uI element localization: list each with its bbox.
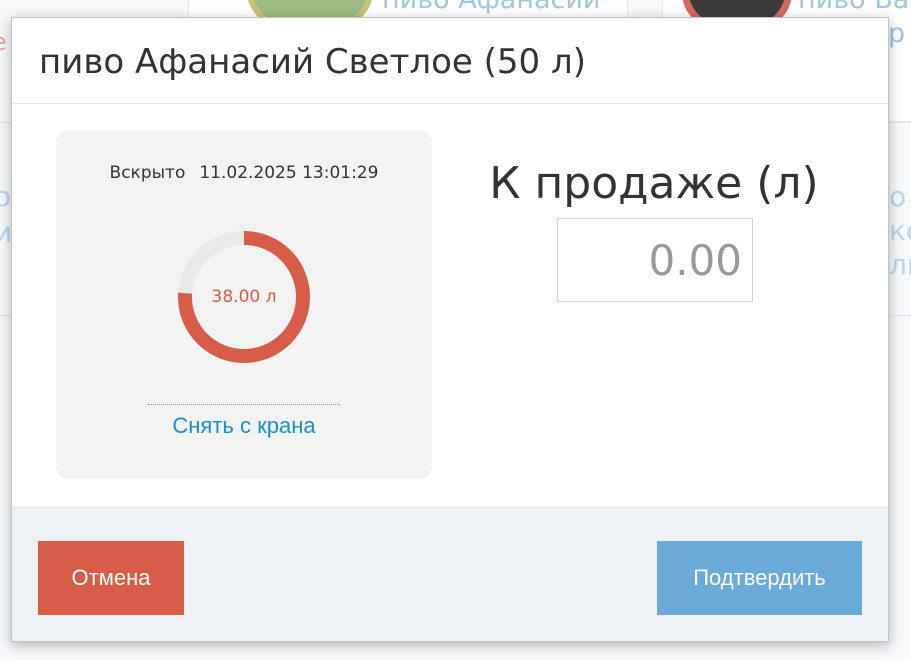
- background-fragment: ли: [889, 248, 911, 281]
- background-card-title: пиво Ва: [798, 0, 909, 15]
- opened-datetime: 11.02.2025 13:01:29: [199, 163, 379, 183]
- cancel-button[interactable]: Отмена: [38, 541, 184, 615]
- keg-info-panel: Вскрыто 11.02.2025 13:01:29 38.00 л Снять…: [56, 130, 432, 479]
- opened-label: Вскрыто: [109, 163, 186, 183]
- background-fragment: ко: [889, 214, 911, 247]
- keg-modal: пиво Афанасий Светлое (50 л) Вскрыто 11.0…: [11, 17, 889, 642]
- background-fragment: е: [0, 28, 7, 56]
- confirm-button[interactable]: Подтвердить: [657, 541, 862, 615]
- modal-footer: Отмена Подтвердить: [12, 507, 888, 641]
- remove-from-tap-link[interactable]: Снять с крана: [56, 413, 432, 439]
- modal-header: пиво Афанасий Светлое (50 л): [12, 18, 888, 104]
- opened-row: Вскрыто 11.02.2025 13:01:29: [56, 163, 432, 183]
- sale-label: К продаже (л): [489, 158, 819, 209]
- modal-title: пиво Афанасий Светлое (50 л): [39, 42, 586, 82]
- sale-amount-input[interactable]: [557, 218, 753, 302]
- dotted-divider: [148, 404, 340, 405]
- background-card-title: пиво Афанасий: [382, 0, 600, 15]
- background-fragment: о: [889, 180, 907, 213]
- remaining-volume-label: 38.00 л: [211, 287, 277, 307]
- background-card-subtitle: р: [888, 18, 906, 49]
- background-fragment: о: [0, 180, 12, 213]
